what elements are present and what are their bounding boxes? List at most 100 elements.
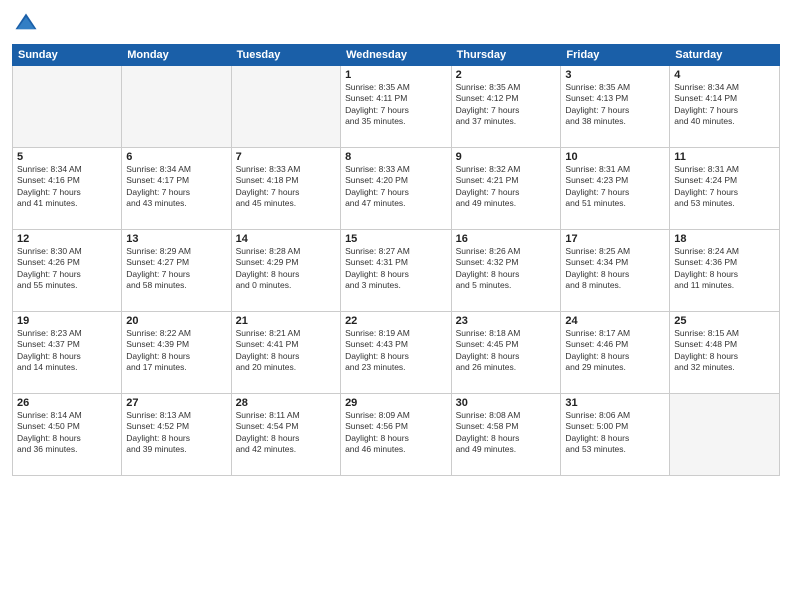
day-number: 19 <box>17 315 117 327</box>
cell-text: Sunrise: 8:18 AM Sunset: 4:45 PM Dayligh… <box>456 328 557 374</box>
calendar-cell: 2Sunrise: 8:35 AM Sunset: 4:12 PM Daylig… <box>451 66 561 148</box>
day-number: 16 <box>456 233 557 245</box>
week-row-1: 5Sunrise: 8:34 AM Sunset: 4:16 PM Daylig… <box>13 148 780 230</box>
day-number: 3 <box>565 69 665 81</box>
calendar-cell: 29Sunrise: 8:09 AM Sunset: 4:56 PM Dayli… <box>341 394 452 476</box>
day-number: 29 <box>345 397 447 409</box>
cell-text: Sunrise: 8:31 AM Sunset: 4:23 PM Dayligh… <box>565 164 665 210</box>
cell-text: Sunrise: 8:35 AM Sunset: 4:11 PM Dayligh… <box>345 82 447 128</box>
cell-text: Sunrise: 8:30 AM Sunset: 4:26 PM Dayligh… <box>17 246 117 292</box>
cell-text: Sunrise: 8:11 AM Sunset: 4:54 PM Dayligh… <box>236 410 336 456</box>
logo-icon <box>12 10 40 38</box>
day-number: 31 <box>565 397 665 409</box>
cell-text: Sunrise: 8:21 AM Sunset: 4:41 PM Dayligh… <box>236 328 336 374</box>
cell-text: Sunrise: 8:22 AM Sunset: 4:39 PM Dayligh… <box>126 328 226 374</box>
cell-text: Sunrise: 8:28 AM Sunset: 4:29 PM Dayligh… <box>236 246 336 292</box>
calendar-cell: 11Sunrise: 8:31 AM Sunset: 4:24 PM Dayli… <box>670 148 780 230</box>
calendar-cell: 17Sunrise: 8:25 AM Sunset: 4:34 PM Dayli… <box>561 230 670 312</box>
calendar-cell: 12Sunrise: 8:30 AM Sunset: 4:26 PM Dayli… <box>13 230 122 312</box>
cell-text: Sunrise: 8:31 AM Sunset: 4:24 PM Dayligh… <box>674 164 775 210</box>
day-number: 10 <box>565 151 665 163</box>
calendar-cell: 31Sunrise: 8:06 AM Sunset: 5:00 PM Dayli… <box>561 394 670 476</box>
cell-text: Sunrise: 8:17 AM Sunset: 4:46 PM Dayligh… <box>565 328 665 374</box>
calendar-cell <box>231 66 340 148</box>
day-number: 4 <box>674 69 775 81</box>
calendar-cell: 25Sunrise: 8:15 AM Sunset: 4:48 PM Dayli… <box>670 312 780 394</box>
calendar-cell: 4Sunrise: 8:34 AM Sunset: 4:14 PM Daylig… <box>670 66 780 148</box>
day-number: 9 <box>456 151 557 163</box>
calendar-cell: 3Sunrise: 8:35 AM Sunset: 4:13 PM Daylig… <box>561 66 670 148</box>
header <box>12 10 780 38</box>
weekday-header-monday: Monday <box>122 45 231 66</box>
calendar-cell: 30Sunrise: 8:08 AM Sunset: 4:58 PM Dayli… <box>451 394 561 476</box>
day-number: 20 <box>126 315 226 327</box>
day-number: 23 <box>456 315 557 327</box>
weekday-header-thursday: Thursday <box>451 45 561 66</box>
day-number: 24 <box>565 315 665 327</box>
week-row-4: 26Sunrise: 8:14 AM Sunset: 4:50 PM Dayli… <box>13 394 780 476</box>
day-number: 17 <box>565 233 665 245</box>
day-number: 6 <box>126 151 226 163</box>
cell-text: Sunrise: 8:34 AM Sunset: 4:17 PM Dayligh… <box>126 164 226 210</box>
cell-text: Sunrise: 8:08 AM Sunset: 4:58 PM Dayligh… <box>456 410 557 456</box>
day-number: 18 <box>674 233 775 245</box>
calendar-cell: 21Sunrise: 8:21 AM Sunset: 4:41 PM Dayli… <box>231 312 340 394</box>
week-row-3: 19Sunrise: 8:23 AM Sunset: 4:37 PM Dayli… <box>13 312 780 394</box>
calendar-cell: 9Sunrise: 8:32 AM Sunset: 4:21 PM Daylig… <box>451 148 561 230</box>
weekday-header-sunday: Sunday <box>13 45 122 66</box>
calendar-cell: 8Sunrise: 8:33 AM Sunset: 4:20 PM Daylig… <box>341 148 452 230</box>
day-number: 2 <box>456 69 557 81</box>
cell-text: Sunrise: 8:35 AM Sunset: 4:12 PM Dayligh… <box>456 82 557 128</box>
day-number: 5 <box>17 151 117 163</box>
cell-text: Sunrise: 8:15 AM Sunset: 4:48 PM Dayligh… <box>674 328 775 374</box>
week-row-0: 1Sunrise: 8:35 AM Sunset: 4:11 PM Daylig… <box>13 66 780 148</box>
day-number: 13 <box>126 233 226 245</box>
cell-text: Sunrise: 8:14 AM Sunset: 4:50 PM Dayligh… <box>17 410 117 456</box>
cell-text: Sunrise: 8:06 AM Sunset: 5:00 PM Dayligh… <box>565 410 665 456</box>
cell-text: Sunrise: 8:13 AM Sunset: 4:52 PM Dayligh… <box>126 410 226 456</box>
calendar-cell: 23Sunrise: 8:18 AM Sunset: 4:45 PM Dayli… <box>451 312 561 394</box>
cell-text: Sunrise: 8:25 AM Sunset: 4:34 PM Dayligh… <box>565 246 665 292</box>
calendar-cell <box>670 394 780 476</box>
calendar-cell: 16Sunrise: 8:26 AM Sunset: 4:32 PM Dayli… <box>451 230 561 312</box>
logo <box>12 10 44 38</box>
calendar-cell: 22Sunrise: 8:19 AM Sunset: 4:43 PM Dayli… <box>341 312 452 394</box>
day-number: 26 <box>17 397 117 409</box>
day-number: 30 <box>456 397 557 409</box>
weekday-header-wednesday: Wednesday <box>341 45 452 66</box>
calendar-cell: 14Sunrise: 8:28 AM Sunset: 4:29 PM Dayli… <box>231 230 340 312</box>
calendar-cell: 1Sunrise: 8:35 AM Sunset: 4:11 PM Daylig… <box>341 66 452 148</box>
calendar-cell: 7Sunrise: 8:33 AM Sunset: 4:18 PM Daylig… <box>231 148 340 230</box>
cell-text: Sunrise: 8:27 AM Sunset: 4:31 PM Dayligh… <box>345 246 447 292</box>
calendar-cell: 19Sunrise: 8:23 AM Sunset: 4:37 PM Dayli… <box>13 312 122 394</box>
weekday-header-tuesday: Tuesday <box>231 45 340 66</box>
calendar-cell <box>13 66 122 148</box>
calendar-cell: 10Sunrise: 8:31 AM Sunset: 4:23 PM Dayli… <box>561 148 670 230</box>
cell-text: Sunrise: 8:29 AM Sunset: 4:27 PM Dayligh… <box>126 246 226 292</box>
calendar-cell: 24Sunrise: 8:17 AM Sunset: 4:46 PM Dayli… <box>561 312 670 394</box>
day-number: 12 <box>17 233 117 245</box>
calendar-cell: 20Sunrise: 8:22 AM Sunset: 4:39 PM Dayli… <box>122 312 231 394</box>
calendar-cell: 5Sunrise: 8:34 AM Sunset: 4:16 PM Daylig… <box>13 148 122 230</box>
calendar-cell: 13Sunrise: 8:29 AM Sunset: 4:27 PM Dayli… <box>122 230 231 312</box>
cell-text: Sunrise: 8:09 AM Sunset: 4:56 PM Dayligh… <box>345 410 447 456</box>
week-row-2: 12Sunrise: 8:30 AM Sunset: 4:26 PM Dayli… <box>13 230 780 312</box>
cell-text: Sunrise: 8:32 AM Sunset: 4:21 PM Dayligh… <box>456 164 557 210</box>
calendar-cell: 26Sunrise: 8:14 AM Sunset: 4:50 PM Dayli… <box>13 394 122 476</box>
calendar-cell: 15Sunrise: 8:27 AM Sunset: 4:31 PM Dayli… <box>341 230 452 312</box>
calendar-cell: 28Sunrise: 8:11 AM Sunset: 4:54 PM Dayli… <box>231 394 340 476</box>
calendar-cell: 18Sunrise: 8:24 AM Sunset: 4:36 PM Dayli… <box>670 230 780 312</box>
page: SundayMondayTuesdayWednesdayThursdayFrid… <box>0 0 792 612</box>
weekday-header-row: SundayMondayTuesdayWednesdayThursdayFrid… <box>13 45 780 66</box>
weekday-header-saturday: Saturday <box>670 45 780 66</box>
cell-text: Sunrise: 8:34 AM Sunset: 4:16 PM Dayligh… <box>17 164 117 210</box>
cell-text: Sunrise: 8:33 AM Sunset: 4:20 PM Dayligh… <box>345 164 447 210</box>
day-number: 25 <box>674 315 775 327</box>
day-number: 27 <box>126 397 226 409</box>
day-number: 1 <box>345 69 447 81</box>
day-number: 14 <box>236 233 336 245</box>
day-number: 21 <box>236 315 336 327</box>
day-number: 7 <box>236 151 336 163</box>
day-number: 8 <box>345 151 447 163</box>
calendar-cell: 6Sunrise: 8:34 AM Sunset: 4:17 PM Daylig… <box>122 148 231 230</box>
